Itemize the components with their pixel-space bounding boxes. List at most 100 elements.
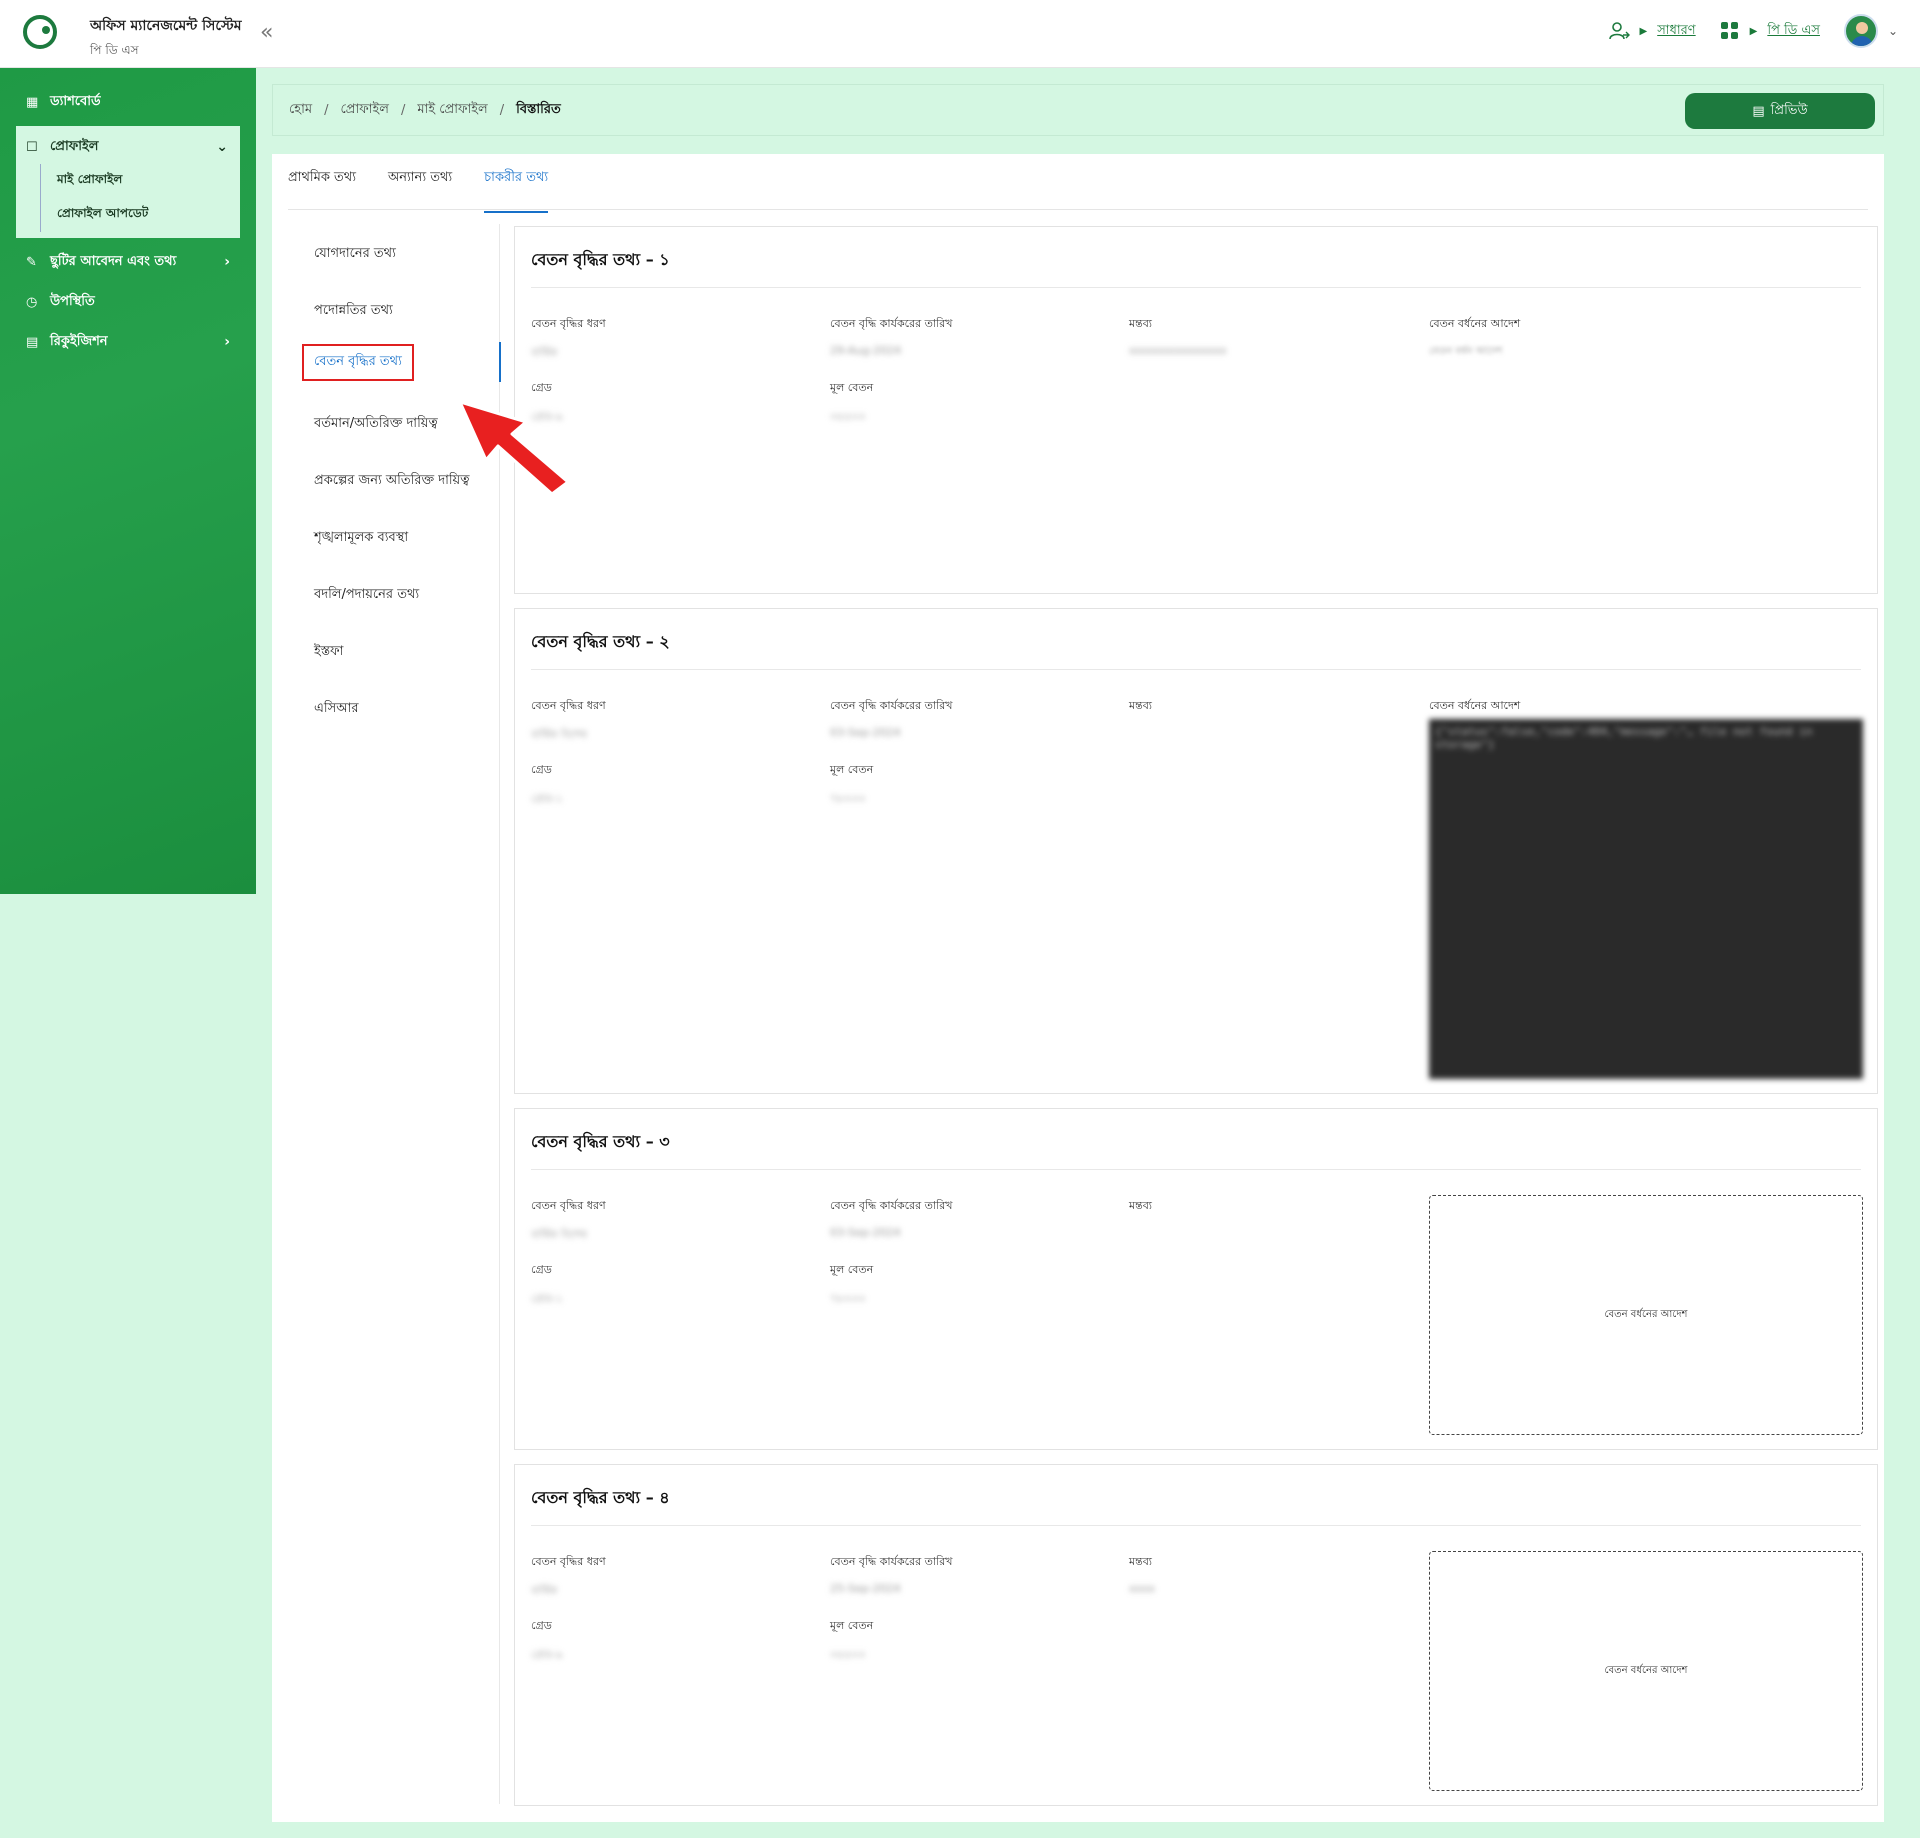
field-remarks: মন্তব্য xyxy=(1129,699,1153,712)
profile-submenu: মাই প্রোফাইল প্রোফাইল আপডেট xyxy=(40,164,240,232)
field-order: বেতন বর্ধনের আদেশ xyxy=(1429,699,1521,712)
field-basic-salary: মূল বেতন ৩৫৫০০ xyxy=(830,1617,873,1665)
logo-icon xyxy=(23,15,57,49)
sidebar-item-label: ড্যাশবোর্ড xyxy=(50,93,101,109)
field-effective-date: বেতন বৃদ্ধি কার্যকরের তারিখ 25-Sep-2024 xyxy=(830,1555,953,1595)
tab-basic-info[interactable]: প্রাথমিক তথ্য xyxy=(288,168,356,213)
field-type: বেতন বৃদ্ধির ধরণ বার্ষিক বিশেষ xyxy=(531,1197,606,1245)
preview-button[interactable]: ▤ প্রিভিউ xyxy=(1685,93,1875,129)
caret-right-icon: ▶ xyxy=(1749,25,1758,37)
sidebar-item-label: উপস্থিতি xyxy=(50,293,95,309)
field-remarks: মন্তব্য xxxx xyxy=(1129,1555,1156,1595)
clock-icon: ◷ xyxy=(26,294,38,310)
field-effective-date: বেতন বৃদ্ধি কার্যকরের তারিখ 03-Sep-2024 xyxy=(830,699,953,739)
increment-card-4: বেতন বৃদ্ধির তথ্য – ৪ বেতন বৃদ্ধির ধরণ ব… xyxy=(514,1464,1878,1806)
document-icon: ▤ xyxy=(1752,103,1765,119)
field-value: 29-Aug-2024 xyxy=(830,344,902,357)
caret-right-icon: ▶ xyxy=(1639,25,1648,37)
field-value: বার্ষিক xyxy=(531,346,558,359)
field-value: ৩৫৫০০ xyxy=(830,410,866,423)
card-title: বেতন বৃদ্ধির তথ্য – ২ xyxy=(531,632,670,651)
increment-card-1: বেতন বৃদ্ধির তথ্য – ১ বেতন বৃদ্ধির ধরণ ব… xyxy=(514,226,1878,594)
app-title: অফিস ম্যানেজমেন্ট সিস্টেম xyxy=(90,18,242,34)
nav-joining-info[interactable]: যোগদানের তথ্য xyxy=(314,244,396,265)
sidebar-item-attendance[interactable]: ◷ উপস্থিতি xyxy=(0,282,256,322)
card-title: বেতন বৃদ্ধির তথ্য – ৩ xyxy=(531,1132,670,1151)
nav-promotion-info[interactable]: পদোন্নতির তথ্য xyxy=(314,301,393,322)
field-value: xxxxxxxxxxxxxxx xyxy=(1129,344,1227,357)
field-basic-salary: মূল বেতন ৭৮০০০ xyxy=(830,761,873,809)
field-value: 03-Sep-2024 xyxy=(830,726,901,739)
avatar[interactable] xyxy=(1843,14,1878,48)
field-basic-salary: মূল বেতন ৩৫৫০০ xyxy=(830,379,873,427)
field-remarks: মন্তব্য xyxy=(1129,1199,1153,1212)
sidebar-item-label: প্রোফাইল xyxy=(50,138,99,154)
breadcrumb-home[interactable]: হোম xyxy=(289,100,312,121)
grid-icon: ▦ xyxy=(26,94,39,110)
field-value: ৭৮০০০ xyxy=(830,1292,866,1305)
tab-other-info[interactable]: অন্যান্য তথ্য xyxy=(388,168,452,213)
field-value: বার্ষিক বিশেষ xyxy=(531,1228,587,1241)
role-link[interactable]: সাধারণ xyxy=(1657,21,1695,42)
field-effective-date: বেতন বৃদ্ধি কার্যকরের তারিখ 03-Sep-2024 xyxy=(830,1199,953,1239)
chevron-down-icon[interactable]: ⌄ xyxy=(1888,24,1898,38)
sidebar-item-dashboard[interactable]: ▦ ড্যাশবোর্ড xyxy=(0,82,256,122)
top-bar: অফিস ম্যানেজমেন্ট সিস্টেম পি ডি এস « ▶ স… xyxy=(0,0,1920,68)
field-effective-date: বেতন বৃদ্ধি কার্যকরের তারিখ 29-Aug-2024 xyxy=(830,317,953,357)
leave-icon: ✎ xyxy=(26,254,37,270)
breadcrumb: হোম / প্রোফাইল / মাই প্রোফাইল / বিস্তারি… xyxy=(272,84,1884,136)
app-subtitle: পি ডি এস xyxy=(90,43,139,57)
user-icon: ☐ xyxy=(26,139,38,155)
breadcrumb-separator: / xyxy=(324,102,329,118)
sidebar-item-label: ছুটির আবেদন এবং তথ্য xyxy=(50,253,177,269)
field-type: বেতন বৃদ্ধির ধরণ বার্ষিক xyxy=(531,315,606,363)
nav-increment-info[interactable]: বেতন বৃদ্ধির তথ্য xyxy=(302,344,414,381)
field-value: 03-Sep-2024 xyxy=(830,1226,901,1239)
tab-job-info[interactable]: চাকরীর তথ্য xyxy=(484,168,549,213)
order-placeholder-box[interactable]: বেতন বর্ধনের আদেশ xyxy=(1429,1195,1863,1435)
field-value: xxxx xyxy=(1129,1582,1156,1595)
sidebar-item-leave[interactable]: ✎ ছুটির আবেদন এবং তথ্য › xyxy=(0,242,256,282)
field-basic-salary: মূল বেতন ৭৮০০০ xyxy=(830,1261,873,1309)
order-placeholder-box[interactable]: বেতন বর্ধনের আদেশ xyxy=(1429,1551,1863,1791)
field-value: গ্রেড-১ xyxy=(531,792,563,805)
nav-additional-duty[interactable]: বর্তমান/অতিরিক্ত দায়িত্ব xyxy=(314,414,438,435)
field-order: বেতন বর্ধনের আদেশ বেতন বর্ধন আদেশ xyxy=(1429,315,1520,361)
increment-card-2: বেতন বৃদ্ধির তথ্য – ২ বেতন বৃদ্ধির ধরণ ব… xyxy=(514,608,1878,1094)
sidebar-subitem-my-profile[interactable]: মাই প্রোফাইল xyxy=(41,164,240,198)
sidebar-item-profile[interactable]: ☐ প্রোফাইল ⌄ xyxy=(16,130,240,164)
sidebar-subitem-profile-update[interactable]: প্রোফাইল আপডেট xyxy=(41,198,240,232)
card-divider xyxy=(531,287,1861,288)
chevron-right-icon: › xyxy=(224,254,230,270)
nav-disciplinary[interactable]: শৃঙ্খলামূলক ব্যবস্থা xyxy=(314,528,408,549)
breadcrumb-separator: / xyxy=(499,102,505,118)
field-value: বার্ষিক xyxy=(531,1584,558,1597)
increment-card-3: বেতন বৃদ্ধির তথ্য – ৩ বেতন বৃদ্ধির ধরণ ব… xyxy=(514,1108,1878,1450)
active-nav-indicator xyxy=(499,342,501,382)
tab-divider xyxy=(288,209,1868,210)
breadcrumb-separator: / xyxy=(400,102,406,118)
apps-grid-icon[interactable] xyxy=(1720,21,1740,41)
chevron-right-icon: › xyxy=(224,334,230,350)
order-document-preview[interactable]: {"status":false,"code":404,"message":"… … xyxy=(1429,719,1863,1079)
nav-transfer-info[interactable]: বদলি/পদায়নের তথ্য xyxy=(314,585,419,606)
order-image-thumb[interactable]: বেতন বর্ধন আদেশ xyxy=(1429,344,1520,361)
card-title: বেতন বৃদ্ধির তথ্য – ৪ xyxy=(531,1488,670,1507)
preview-button-label: প্রিভিউ xyxy=(1770,102,1808,118)
breadcrumb-profile[interactable]: প্রোফাইল xyxy=(340,100,388,121)
nav-acr[interactable]: এসিআর xyxy=(314,699,359,720)
field-grade: গ্রেড গ্রেড-৯ xyxy=(531,1617,563,1665)
breadcrumb-my-profile[interactable]: মাই প্রোফাইল xyxy=(417,100,487,121)
sidebar: ▦ ড্যাশবোর্ড ☐ প্রোফাইল ⌄ মাই প্রোফাইল প… xyxy=(0,68,256,894)
sidebar-item-label: রিকুইজিশন xyxy=(50,333,108,349)
field-value: গ্রেড-৯ xyxy=(531,1648,563,1661)
card-divider xyxy=(531,1169,1861,1170)
field-type: বেতন বৃদ্ধির ধরণ বার্ষিক বিশেষ xyxy=(531,697,606,745)
brand: অফিস ম্যানেজমেন্ট সিস্টেম পি ডি এস xyxy=(90,14,242,62)
sidebar-collapse-button[interactable]: « xyxy=(260,20,273,45)
nav-resignation[interactable]: ইস্তফা xyxy=(314,642,343,663)
app-link[interactable]: পি ডি এস xyxy=(1767,21,1820,42)
switch-user-icon[interactable] xyxy=(1608,20,1630,42)
nav-project-duty[interactable]: প্রকল্পের জন্য অতিরিক্ত দায়িত্ব xyxy=(314,471,469,492)
sidebar-item-requisition[interactable]: ▤ রিকুইজিশন › xyxy=(0,322,256,362)
